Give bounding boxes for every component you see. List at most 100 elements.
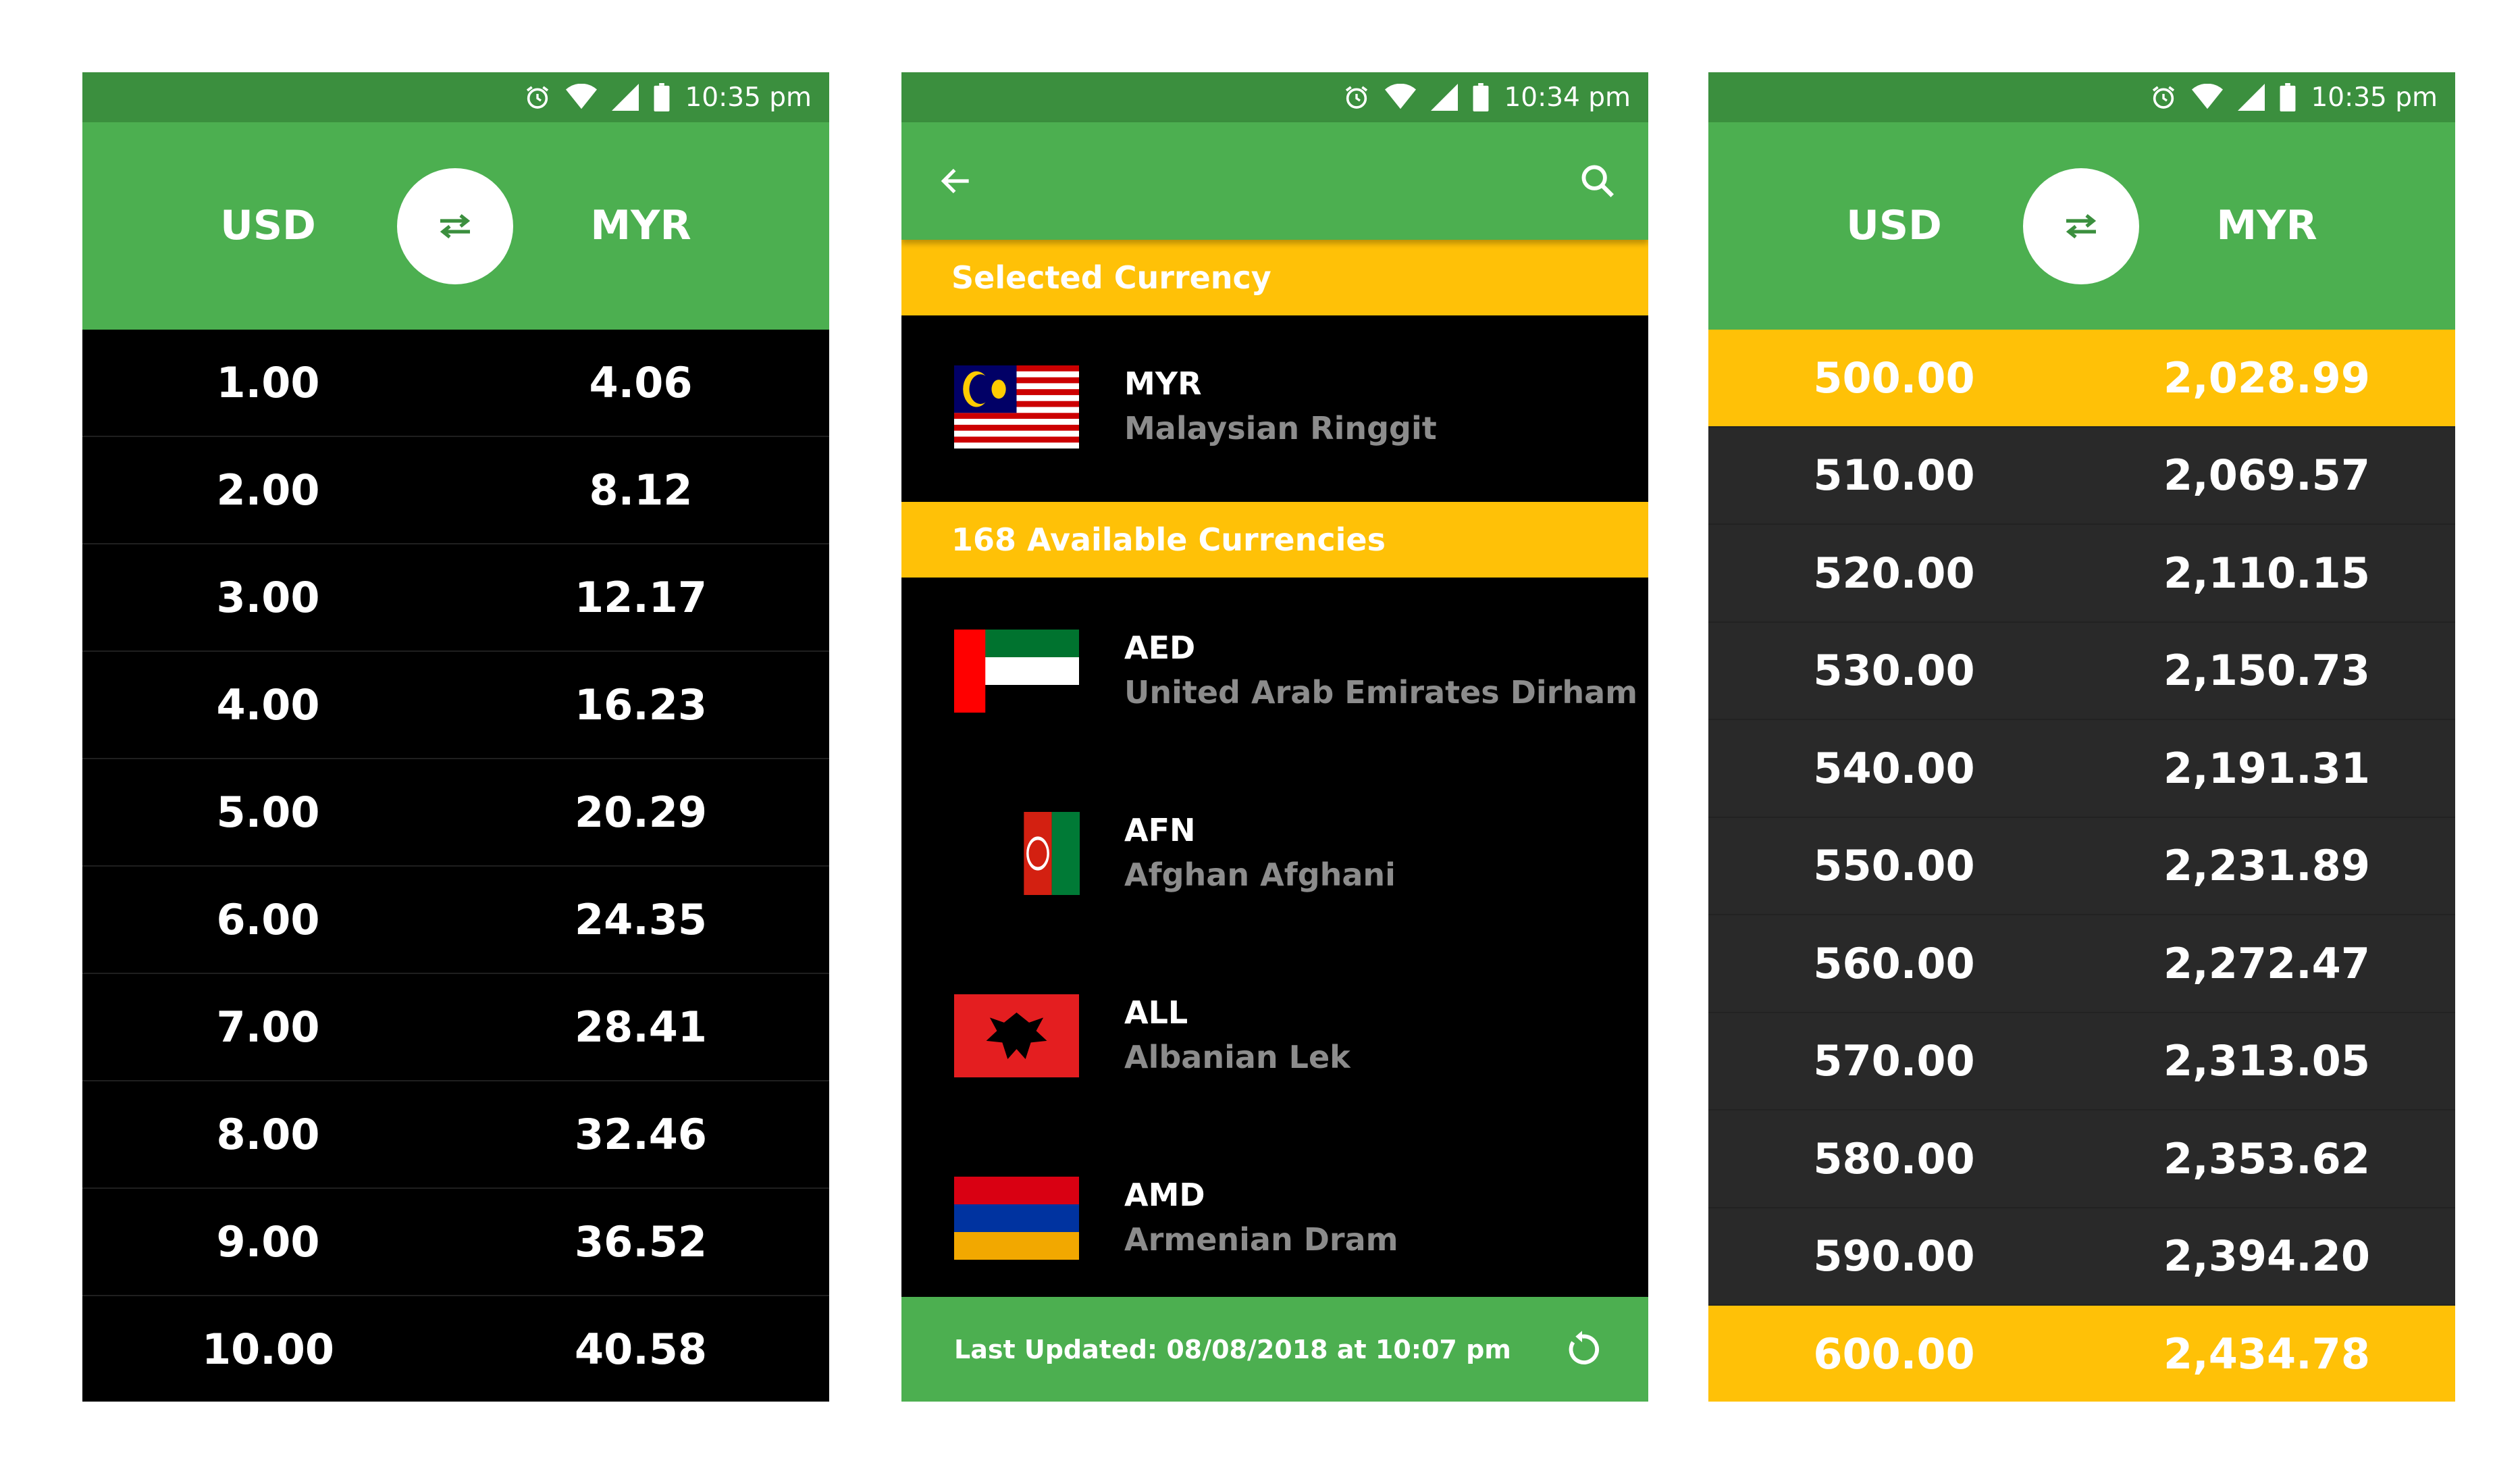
currency-code: AMD <box>1124 1177 1205 1213</box>
swap-button[interactable] <box>397 168 513 284</box>
currency-item[interactable]: ALL Albanian Lek <box>901 942 1648 1125</box>
rate-row[interactable]: 580.00 2,353.62 <box>1708 1110 2455 1208</box>
last-updated-text: Last Updated: 08/08/2018 at 10:07 pm <box>954 1334 1511 1364</box>
to-amount: 2,353.62 <box>2163 1133 2370 1183</box>
status-time: 10:35 pm <box>2311 82 2438 113</box>
to-currency-code[interactable]: MYR <box>2165 122 2368 330</box>
rate-row[interactable]: 560.00 2,272.47 <box>1708 915 2455 1013</box>
alarm-icon <box>2153 86 2175 109</box>
swap-arrows-icon <box>2066 213 2097 239</box>
rate-row[interactable]: 9.00 36.52 <box>82 1189 829 1296</box>
status-time: 10:34 pm <box>1504 82 1631 113</box>
rate-row[interactable]: 570.00 2,313.05 <box>1708 1013 2455 1110</box>
from-amount: 570.00 <box>1813 1036 1975 1086</box>
refresh-button[interactable] <box>1560 1328 1604 1371</box>
status-time: 10:35 pm <box>685 82 812 113</box>
malaysia-flag <box>954 365 1079 449</box>
currency-item[interactable]: AMD Armenian Dram <box>901 1125 1648 1307</box>
battery-icon <box>654 83 670 111</box>
currency-code: AED <box>1124 630 1196 666</box>
to-amount: 2,110.15 <box>2163 548 2370 598</box>
rate-row[interactable]: 6.00 24.35 <box>82 867 829 974</box>
to-currency-code[interactable]: MYR <box>540 122 742 330</box>
signal-icon <box>612 84 639 111</box>
swap-arrows-icon <box>440 213 471 239</box>
to-amount: 2,272.47 <box>2163 938 2370 988</box>
rate-row[interactable]: 10.00 40.58 <box>82 1296 829 1402</box>
rate-list: 1.00 4.06 2.00 8.12 3.00 12.17 4.00 16.23 5.… <box>82 330 829 1402</box>
to-amount: 16.23 <box>574 680 708 730</box>
signal-icon <box>1431 84 1459 111</box>
from-amount: 520.00 <box>1813 548 1975 598</box>
rate-list: 500.00 2,028.99 510.00 2,069.57 520.00 2,11… <box>1708 330 2455 1402</box>
rate-row[interactable]: 2.00 8.12 <box>82 437 829 544</box>
rate-row[interactable]: 5.00 20.29 <box>82 759 829 867</box>
rate-row[interactable]: 1.00 4.06 <box>82 330 829 437</box>
to-amount: 2,313.05 <box>2163 1036 2370 1086</box>
currency-name: Armenian Dram <box>1124 1221 1398 1258</box>
from-amount: 580.00 <box>1813 1133 1975 1183</box>
status-bar: 10:34 pm <box>901 72 1648 122</box>
rate-row-highlighted[interactable]: 600.00 2,434.78 <box>1708 1306 2455 1402</box>
converter-header: USD MYR <box>82 122 829 330</box>
rate-row[interactable]: 520.00 2,110.15 <box>1708 525 2455 623</box>
swap-button[interactable] <box>2023 168 2139 284</box>
selected-currency-item[interactable]: MYR Malaysian Ringgit <box>901 315 1648 498</box>
from-amount: 540.00 <box>1813 743 1975 793</box>
to-amount: 32.46 <box>574 1110 708 1159</box>
rate-row[interactable]: 590.00 2,394.20 <box>1708 1208 2455 1306</box>
currency-name: Albanian Lek <box>1124 1039 1350 1075</box>
to-amount: 2,231.89 <box>2163 841 2370 891</box>
from-currency-code[interactable]: USD <box>167 122 369 330</box>
wifi-icon <box>566 84 598 109</box>
converter-header: USD MYR <box>1708 122 2455 330</box>
rate-row[interactable]: 4.00 16.23 <box>82 652 829 759</box>
rate-row[interactable]: 530.00 2,150.73 <box>1708 623 2455 720</box>
currency-code: AFN <box>1124 812 1196 848</box>
currency-name: Malaysian Ringgit <box>1124 410 1437 446</box>
from-amount: 560.00 <box>1813 938 1975 988</box>
to-amount: 40.58 <box>574 1325 708 1374</box>
refresh-icon <box>1569 1331 1600 1364</box>
battery-icon <box>1473 83 1489 111</box>
rate-row[interactable]: 8.00 32.46 <box>82 1081 829 1189</box>
to-amount: 28.41 <box>574 1002 708 1052</box>
battery-icon <box>2280 83 2296 111</box>
from-amount: 5.00 <box>216 788 320 837</box>
currency-name: United Arab Emirates Dirham <box>1124 674 1638 711</box>
to-amount: 2,394.20 <box>2163 1231 2370 1281</box>
rate-row[interactable]: 3.00 12.17 <box>82 544 829 652</box>
rate-row[interactable]: 510.00 2,069.57 <box>1708 428 2455 525</box>
currency-name: Afghan Afghani <box>1124 856 1396 893</box>
rate-row[interactable]: 540.00 2,191.31 <box>1708 720 2455 818</box>
from-amount: 500.00 <box>1813 353 1975 403</box>
selected-currency-header: Selected Currency <box>901 240 1648 315</box>
albania-flag <box>954 994 1079 1077</box>
last-updated-footer: Last Updated: 08/08/2018 at 10:07 pm <box>901 1297 1648 1402</box>
toolbar <box>901 122 1648 240</box>
from-amount: 4.00 <box>216 680 320 730</box>
rate-row[interactable]: 550.00 2,231.89 <box>1708 818 2455 915</box>
armenia-flag <box>954 1177 1079 1260</box>
from-amount: 3.00 <box>216 573 320 622</box>
currency-code: MYR <box>1124 365 1202 402</box>
currency-code: ALL <box>1124 994 1188 1031</box>
to-amount: 2,191.31 <box>2163 743 2370 793</box>
from-amount: 8.00 <box>216 1110 320 1159</box>
currency-item[interactable]: AED United Arab Emirates Dirham <box>901 578 1648 760</box>
to-amount: 2,434.78 <box>2163 1329 2370 1379</box>
currency-item[interactable]: AFN Afghan Afghani <box>901 760 1648 942</box>
alarm-icon <box>527 86 549 109</box>
from-currency-code[interactable]: USD <box>1793 122 1995 330</box>
wifi-icon <box>2192 84 2224 109</box>
from-amount: 530.00 <box>1813 646 1975 696</box>
search-button[interactable] <box>1574 157 1621 205</box>
to-amount: 24.35 <box>574 895 708 944</box>
wifi-icon <box>1385 84 1417 109</box>
to-amount: 2,028.99 <box>2163 353 2370 403</box>
back-button[interactable] <box>933 157 980 205</box>
to-amount: 20.29 <box>574 788 708 837</box>
rate-row[interactable]: 7.00 28.41 <box>82 974 829 1081</box>
status-bar: 10:35 pm <box>82 72 829 122</box>
rate-row-highlighted[interactable]: 500.00 2,028.99 <box>1708 330 2455 428</box>
